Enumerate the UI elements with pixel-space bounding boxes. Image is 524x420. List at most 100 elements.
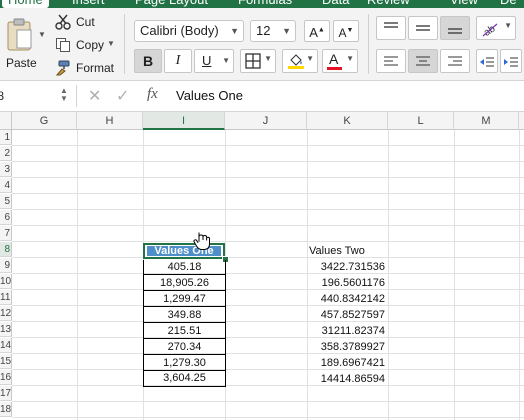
values-two-cell[interactable]: 358.3789927	[307, 340, 388, 355]
values-two-cell[interactable]: 189.6967421	[307, 356, 388, 371]
values-one-cell[interactable]: 215.51	[144, 324, 225, 339]
formula-input[interactable]: Values One	[176, 88, 243, 103]
tab-developer[interactable]: De	[500, 0, 517, 8]
chevron-down-icon: ▼	[504, 21, 512, 30]
increase-indent-button[interactable]	[500, 49, 522, 73]
tab-formulas[interactable]: Formulas	[238, 0, 292, 8]
italic-label: I	[175, 53, 181, 68]
values-one-cell[interactable]: 1,279.30	[144, 356, 225, 371]
formula-bar: I8 ▲▼ ✕ ✓ fx Values One	[0, 81, 524, 112]
column-header-k[interactable]: K	[307, 112, 388, 130]
values-two-header-cell[interactable]: Values Two	[309, 244, 389, 259]
values-two-cell[interactable]: 31211.82374	[307, 324, 388, 339]
row-header[interactable]: 6	[0, 210, 12, 225]
worksheet-grid[interactable]: G H I J K L M 1 2 3 4 5 6 7 8 9 10 11 12 13 14 15 16 17 1…	[0, 112, 524, 420]
cut-button[interactable]: Cut	[55, 13, 115, 31]
row-header[interactable]: 2	[0, 146, 12, 161]
values-two-cell[interactable]: 196.5601176	[307, 276, 388, 291]
gridline	[12, 225, 524, 226]
borders-icon	[245, 53, 261, 69]
row-header[interactable]: 12	[0, 306, 12, 321]
align-right-button[interactable]	[440, 49, 470, 73]
column-header-l[interactable]: L	[388, 112, 454, 130]
grow-font-button[interactable]: A▲	[304, 20, 330, 42]
align-top-button[interactable]	[376, 16, 406, 40]
column-header-g[interactable]: G	[12, 112, 77, 130]
row-header[interactable]: 14	[0, 338, 12, 353]
values-two-cell[interactable]: 14414.86594	[307, 372, 388, 387]
values-two-cell[interactable]: 440.8342142	[307, 292, 388, 307]
gridline	[12, 257, 524, 258]
tab-review[interactable]: Review	[367, 0, 410, 8]
insert-function-button[interactable]: fx	[147, 86, 158, 103]
align-middle-button[interactable]	[408, 16, 438, 40]
paste-button[interactable]: Paste	[2, 12, 42, 72]
format-painter-icon	[55, 60, 70, 76]
align-middle-icon	[416, 25, 430, 31]
ribbon-divider	[368, 14, 369, 74]
format-painter-label: Format	[76, 61, 115, 75]
column-header-j[interactable]: J	[225, 112, 307, 130]
values-one-cell[interactable]: 349.88	[144, 308, 225, 323]
select-all-corner[interactable]	[0, 112, 12, 130]
values-one-cell[interactable]: 405.18	[144, 260, 225, 275]
bold-label: B	[142, 53, 154, 69]
values-one-header-cell[interactable]: Values One	[143, 243, 225, 259]
name-box-dropdown[interactable]: ▲ ▼	[60, 87, 68, 103]
format-painter-button[interactable]: Format	[55, 59, 117, 77]
row-header[interactable]: 4	[0, 178, 12, 193]
tab-home[interactable]: Home	[2, 0, 49, 8]
tab-insert[interactable]: Insert	[72, 0, 105, 8]
row-header[interactable]: 16	[0, 370, 12, 385]
enter-icon[interactable]: ✓	[116, 86, 129, 106]
row-header[interactable]: 1	[0, 130, 12, 145]
tab-page-layout[interactable]: Page Layout	[135, 0, 208, 8]
column-header-n[interactable]	[519, 112, 524, 130]
tab-data[interactable]: Data	[322, 0, 349, 8]
values-one-cell[interactable]: 3,604.25	[144, 371, 225, 386]
shrink-font-button[interactable]: A▼	[333, 20, 359, 42]
values-one-cell[interactable]: 1,299.47	[144, 292, 225, 307]
orientation-button[interactable]: ab ▼	[476, 16, 516, 40]
values-two-cell[interactable]: 457.8527597	[307, 308, 388, 323]
values-two-cell[interactable]: 3422.731536	[307, 260, 388, 275]
row-header[interactable]: 5	[0, 194, 12, 209]
paste-label: Paste	[6, 56, 37, 70]
name-box[interactable]: I8	[0, 87, 56, 105]
grow-font-icon: A▲	[309, 25, 325, 41]
italic-button[interactable]: I	[164, 49, 192, 73]
cancel-icon[interactable]: ✕	[88, 86, 101, 106]
row-header[interactable]: 8	[0, 242, 12, 257]
font-color-button[interactable]: A ▼	[322, 49, 358, 73]
font-size-select[interactable]: 12 ▼	[250, 20, 296, 42]
row-header[interactable]: 11	[0, 290, 12, 305]
values-one-cell[interactable]: 270.34	[144, 340, 225, 355]
row-header[interactable]: 3	[0, 162, 12, 177]
align-left-button[interactable]	[376, 49, 406, 73]
row-header[interactable]: 7	[0, 226, 12, 241]
row-header[interactable]: 17	[0, 386, 12, 401]
row-header[interactable]: 10	[0, 274, 12, 289]
copy-button[interactable]: Copy ▼	[55, 36, 117, 54]
row-header[interactable]: 15	[0, 354, 12, 369]
paste-dropdown-caret[interactable]: ▼	[38, 30, 46, 39]
align-center-button[interactable]	[408, 49, 438, 73]
row-header[interactable]: 18	[0, 402, 12, 417]
tab-view[interactable]: View	[450, 0, 478, 8]
decrease-indent-icon	[480, 57, 494, 67]
decrease-indent-button[interactable]	[476, 49, 498, 73]
values-one-cell[interactable]: 18,905.26	[144, 276, 225, 291]
font-name-select[interactable]: Calibri (Body) ▼	[134, 20, 244, 42]
fill-color-button[interactable]: ▼	[282, 49, 318, 73]
column-header-i[interactable]: I	[143, 112, 225, 130]
align-bottom-button[interactable]	[440, 16, 470, 40]
copy-dropdown-caret[interactable]: ▼	[107, 39, 115, 48]
column-header-m[interactable]: M	[454, 112, 519, 130]
row-header[interactable]: 13	[0, 322, 12, 337]
row-header[interactable]: 9	[0, 258, 12, 273]
bold-button[interactable]: B	[134, 49, 162, 73]
column-header-h[interactable]: H	[77, 112, 143, 130]
borders-button[interactable]: ▼	[240, 49, 276, 73]
align-bottom-icon	[448, 28, 462, 34]
underline-button[interactable]: U ▼	[194, 49, 234, 73]
